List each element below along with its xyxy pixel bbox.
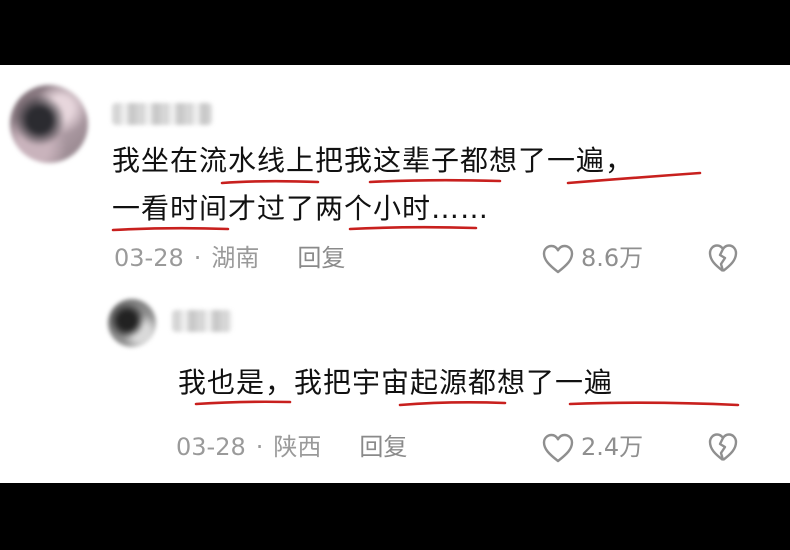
comment-location: 陕西 [273, 433, 322, 461]
like-button[interactable]: 8.6万 [541, 238, 643, 278]
comment-location: 湖南 [211, 244, 260, 272]
meta-separator: · [255, 433, 264, 461]
comment-screen: b0y 我坐在流水线上把我这辈子都想了一遍， 一看时间才过了两个小时…… 03-… [0, 65, 790, 483]
comment-date: 03-28 [114, 244, 184, 272]
like-count: 2.4万 [581, 433, 644, 461]
username-blurred[interactable]: b0y [112, 103, 212, 125]
heart-outline-icon [542, 244, 574, 274]
meta-separator: · [193, 244, 202, 272]
comment-text-line: 一看时间才过了两个小时…… [112, 192, 490, 225]
heart-outline-icon [542, 433, 574, 463]
username-blurred[interactable]: 女生 [172, 310, 232, 332]
like-button[interactable]: 2.4万 [541, 427, 643, 467]
reply-button[interactable]: 回复 [297, 238, 345, 278]
comment-meta: 03-28 · 湖南 回复 [114, 238, 345, 278]
like-count: 8.6万 [581, 244, 644, 272]
comment-text: 我坐在流水线上把我这辈子都想了一遍， 一看时间才过了两个小时…… [112, 137, 634, 233]
avatar[interactable] [10, 85, 88, 163]
broken-heart-icon[interactable] [707, 431, 739, 463]
reply-button[interactable]: 回复 [359, 427, 407, 467]
comment-meta: 03-28 · 陕西 回复 [176, 427, 407, 467]
avatar[interactable] [108, 299, 156, 347]
comment-date: 03-28 [176, 433, 246, 461]
comment-text: 我也是，我把宇宙起源都想了一遍 [178, 359, 613, 407]
comment-text-line: 我坐在流水线上把我这辈子都想了一遍， [112, 144, 635, 177]
broken-heart-icon[interactable] [707, 242, 739, 274]
comment-text-line: 我也是，我把宇宙起源都想了一遍 [178, 366, 614, 399]
